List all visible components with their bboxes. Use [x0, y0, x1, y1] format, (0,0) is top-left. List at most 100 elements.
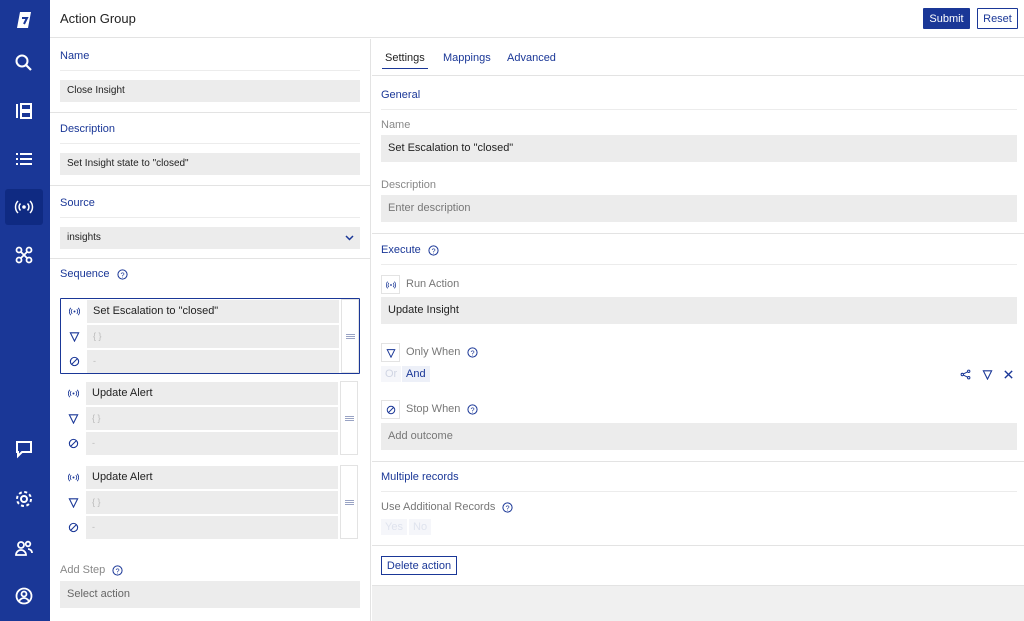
step-details-panel: Settings Mappings Advanced General Name …	[372, 39, 1024, 621]
help-icon[interactable]: ?	[112, 565, 123, 576]
add-step-select[interactable]: Select action	[60, 581, 360, 608]
svg-text:?: ?	[431, 246, 435, 255]
yes-toggle[interactable]: Yes	[381, 519, 407, 535]
drag-handle-icon[interactable]	[340, 465, 358, 539]
reset-button[interactable]: Reset	[977, 8, 1018, 29]
description-label: Description	[60, 123, 116, 135]
brand-logo-icon[interactable]	[5, 2, 43, 38]
svg-text:?: ?	[120, 270, 124, 279]
users-icon[interactable]	[5, 530, 43, 566]
sequence-step[interactable]: Set Escalation to "closed" { } -	[60, 298, 360, 374]
svg-text:?: ?	[506, 503, 510, 512]
dashboard-icon[interactable]	[5, 93, 43, 129]
chat-icon[interactable]	[5, 431, 43, 467]
sequence-step[interactable]: Update Alert { } -	[60, 465, 360, 541]
tab-settings[interactable]: Settings	[382, 52, 428, 69]
sequence-label: Sequence	[60, 268, 110, 280]
source-select[interactable]: insights	[60, 227, 360, 249]
drag-handle-icon[interactable]	[341, 299, 359, 373]
description-field[interactable]: Set Insight state to "closed"	[60, 153, 360, 175]
name-label: Name	[381, 119, 411, 131]
help-icon[interactable]: ?	[502, 502, 513, 513]
step-condition-row: { }	[63, 325, 339, 348]
step-stop-value[interactable]: -	[86, 516, 338, 539]
section-divider	[372, 233, 1024, 234]
svg-text:?: ?	[116, 566, 120, 575]
svg-text:?: ?	[471, 348, 475, 357]
execute-label: Execute	[381, 244, 421, 256]
add-step-label-row: Add Step ?	[60, 564, 123, 576]
branch-icon[interactable]	[958, 367, 972, 381]
svg-text:?: ?	[471, 405, 475, 414]
divider	[60, 70, 360, 71]
section-divider	[50, 258, 371, 259]
name-field[interactable]: Close Insight	[60, 80, 360, 102]
multiple-records-label: Multiple records	[381, 471, 459, 483]
stop-when-field[interactable]: Add outcome	[381, 423, 1017, 450]
broadcast-icon	[62, 466, 84, 489]
divider	[381, 491, 1017, 492]
help-icon[interactable]: ?	[428, 245, 439, 256]
step-condition-row: { }	[62, 407, 338, 430]
page-header: Action Group Submit Reset	[50, 0, 1024, 38]
help-icon[interactable]: ?	[467, 347, 479, 358]
only-when-label: Only When	[406, 346, 461, 358]
and-toggle[interactable]: And	[402, 366, 430, 382]
drag-handle-icon[interactable]	[340, 381, 358, 455]
stop-icon	[62, 432, 84, 455]
broadcast-icon	[62, 382, 84, 405]
step-stop-value[interactable]: -	[87, 350, 339, 373]
step-condition-value[interactable]: { }	[86, 491, 338, 514]
tab-divider	[372, 75, 1024, 76]
panel-footer	[372, 585, 1024, 621]
stop-icon	[381, 400, 400, 419]
action-group-panel: Name Close Insight Description Set Insig…	[50, 39, 371, 621]
step-action-value[interactable]: Update Alert	[86, 466, 338, 489]
name-label: Name	[60, 50, 90, 62]
or-toggle[interactable]: Or	[381, 366, 402, 382]
delete-action-button[interactable]: Delete action	[381, 556, 457, 575]
list-icon[interactable]	[5, 141, 43, 177]
section-divider	[50, 185, 371, 186]
step-name-field[interactable]: Set Escalation to "closed"	[381, 135, 1017, 162]
close-icon[interactable]	[1001, 367, 1015, 381]
no-toggle[interactable]: No	[409, 519, 432, 535]
sequence-label-row: Sequence ?	[60, 268, 128, 280]
step-condition-row: { }	[62, 491, 338, 514]
step-action-row: Set Escalation to "closed"	[63, 300, 339, 323]
section-divider	[372, 461, 1024, 462]
filter-icon	[63, 325, 85, 348]
broadcast-icon[interactable]	[5, 189, 43, 225]
stop-icon	[62, 516, 84, 539]
settings-gear-icon[interactable]	[5, 481, 43, 517]
add-step-label: Add Step	[60, 564, 106, 576]
filter-icon[interactable]	[980, 367, 994, 381]
tab-advanced[interactable]: Advanced	[504, 52, 559, 68]
section-divider	[372, 545, 1024, 546]
account-icon[interactable]	[5, 578, 43, 614]
step-stop-value[interactable]: -	[86, 432, 338, 455]
app-window: Action Group Submit Reset Name Close Ins…	[0, 0, 1024, 621]
help-icon[interactable]: ?	[117, 269, 128, 280]
stop-when-label-row: Stop When ?	[406, 403, 479, 415]
run-action-select[interactable]: Update Insight	[381, 297, 1017, 324]
sequence-step[interactable]: Update Alert { } -	[60, 381, 360, 457]
step-condition-value[interactable]: { }	[86, 407, 338, 430]
integrations-icon[interactable]	[5, 237, 43, 273]
filter-icon	[381, 343, 400, 362]
step-condition-value[interactable]: { }	[87, 325, 339, 348]
step-action-value[interactable]: Set Escalation to "closed"	[87, 300, 339, 323]
step-description-field[interactable]: Enter description	[381, 195, 1017, 222]
step-action-value[interactable]: Update Alert	[86, 382, 338, 405]
search-icon[interactable]	[5, 45, 43, 81]
tab-mappings[interactable]: Mappings	[440, 52, 494, 68]
only-when-label-row: Only When ?	[406, 346, 479, 358]
section-divider	[50, 112, 371, 113]
execute-label-row: Execute ?	[381, 244, 439, 256]
help-icon[interactable]: ?	[467, 404, 479, 415]
submit-button[interactable]: Submit	[923, 8, 970, 29]
divider	[381, 109, 1017, 110]
description-label: Description	[381, 179, 437, 191]
divider	[60, 217, 360, 218]
source-value: insights	[67, 232, 101, 243]
